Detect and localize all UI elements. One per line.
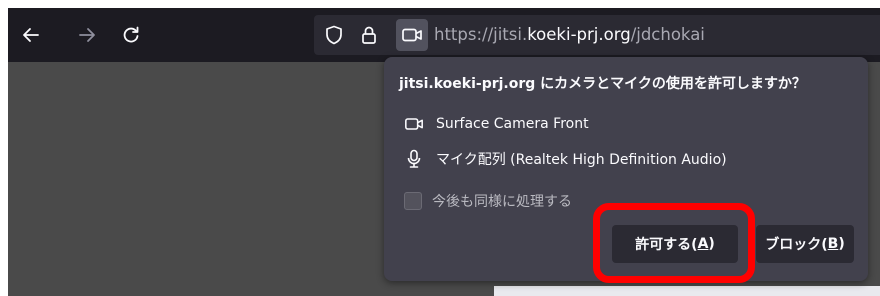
camera-device-row: Surface Camera Front [404, 114, 589, 134]
page-bottom-strip [494, 286, 880, 296]
block-suffix: ) [838, 236, 845, 252]
camera-icon [402, 28, 422, 42]
microphone-icon [404, 149, 424, 169]
reload-button[interactable] [116, 20, 146, 50]
arrow-left-icon [23, 28, 39, 42]
url-domain: koeki-prj.org [527, 25, 631, 44]
block-button-label: ブロック( [765, 237, 828, 253]
arrow-right-icon [79, 28, 95, 42]
shield-icon[interactable] [324, 25, 344, 45]
remember-decision-row[interactable]: 今後も同様に処理する [404, 191, 572, 211]
microphone-device-row: マイク配列 (Realtek High Definition Audio) [404, 149, 727, 169]
remember-checkbox[interactable] [404, 192, 422, 210]
url-prefix: https://jitsi. [434, 25, 528, 44]
reload-icon [123, 26, 139, 43]
camera-permission-button[interactable] [396, 19, 428, 51]
url-path: /jdchokai [630, 25, 705, 44]
remember-label: 今後も同様に処理する [432, 194, 572, 210]
block-button[interactable]: ブロック(B) [756, 225, 854, 263]
highlight-annotation [593, 203, 755, 283]
browser-toolbar: https://jitsi.koeki-prj.org/jdchokai [8, 8, 880, 62]
microphone-device-label: マイク配列 (Realtek High Definition Audio) [436, 152, 727, 168]
permission-title: jitsi.koeki-prj.org にカメラとマイクの使用を許可しますか？ [399, 76, 806, 92]
camera-device-label: Surface Camera Front [436, 116, 589, 132]
url-text[interactable]: https://jitsi.koeki-prj.org/jdchokai [434, 25, 705, 45]
forward-button[interactable] [72, 20, 102, 50]
camera-icon [404, 114, 424, 134]
lock-icon[interactable] [359, 25, 379, 45]
back-button[interactable] [16, 20, 46, 50]
address-bar[interactable]: https://jitsi.koeki-prj.org/jdchokai [314, 15, 880, 55]
block-accesskey: B [827, 236, 839, 252]
